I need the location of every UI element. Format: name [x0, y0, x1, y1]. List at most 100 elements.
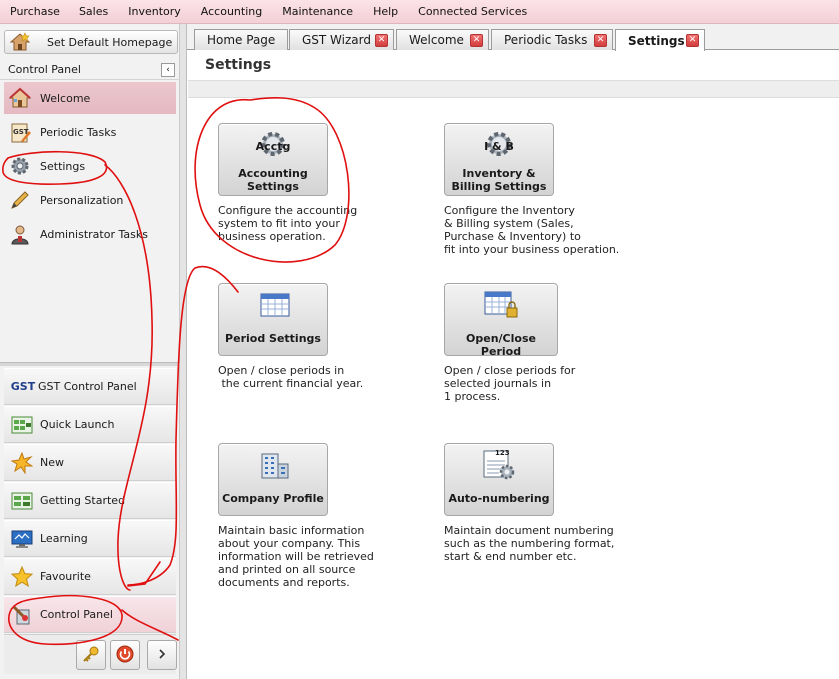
sidebar-item-label: Personalization	[40, 193, 124, 207]
tab-welcome[interactable]: Welcome ✕	[396, 29, 489, 50]
new-star-icon	[10, 451, 34, 474]
quick-item-label: GST Control Panel	[38, 380, 137, 393]
sidebar-item-label: Settings	[40, 159, 86, 173]
collapse-panel-button[interactable]: ‹	[161, 62, 175, 77]
sidebar-item-label: Administrator Tasks	[40, 227, 148, 241]
tab-label: Welcome	[409, 33, 464, 47]
company-profile-button[interactable]: Company Profile	[218, 443, 328, 516]
period-settings-button[interactable]: Period Settings	[218, 283, 328, 356]
home-star-icon	[9, 32, 31, 52]
sidebar-item-periodic-tasks[interactable]: GST Periodic Tasks	[4, 116, 176, 148]
tab-gst-wizard[interactable]: GST Wizard ✕	[289, 29, 394, 50]
card-description: Open / close periods in the current fina…	[218, 364, 364, 390]
menu-help[interactable]: Help	[373, 5, 398, 18]
close-tab-icon[interactable]: ✕	[594, 34, 607, 47]
quick-item-label: Getting Started	[40, 494, 126, 507]
close-tab-icon[interactable]: ✕	[686, 34, 699, 47]
monitor-icon	[10, 528, 34, 550]
control-panel-title: Control Panel	[8, 63, 81, 76]
building-icon	[257, 452, 293, 480]
app-window: Purchase Sales Inventory Accounting Main…	[0, 0, 839, 679]
menu-maintenance[interactable]: Maintenance	[282, 5, 353, 18]
panel-splitter[interactable]	[180, 24, 187, 679]
quick-item-label: Quick Launch	[40, 418, 115, 431]
menu-bar: Purchase Sales Inventory Accounting Main…	[0, 0, 839, 24]
left-panel: Set Default Homepage Control Panel ‹ Wel…	[0, 24, 180, 679]
key-icon	[82, 645, 100, 666]
card-title: Period Settings	[225, 332, 321, 345]
admin-user-icon	[8, 222, 32, 246]
control-panel-icon	[10, 604, 34, 626]
quick-item-gst-control-panel[interactable]: GST GST Control Panel	[4, 368, 176, 405]
card-title: Company Profile	[222, 492, 324, 505]
auto-numbering-button[interactable]: 123 Auto-numbering	[444, 443, 554, 516]
gear-icon-text: Acctg	[255, 140, 291, 153]
accounting-settings-button[interactable]: Acctg Accounting Settings	[218, 123, 328, 196]
expand-panel-button[interactable]	[147, 640, 177, 670]
sidebar-item-label: Periodic Tasks	[40, 125, 117, 139]
card-description: Maintain document numbering such as the n…	[444, 524, 615, 563]
quick-launch-icon	[10, 414, 34, 436]
open-close-period-button[interactable]: Open/Close Period	[444, 283, 558, 358]
sidebar-item-label: Welcome	[40, 91, 91, 105]
sidebar-item-administrator-tasks[interactable]: Administrator Tasks	[4, 218, 176, 250]
menu-connected-services[interactable]: Connected Services	[418, 5, 527, 18]
card-description: Configure the Inventory & Billing system …	[444, 204, 620, 256]
menu-inventory[interactable]: Inventory	[128, 5, 181, 18]
star-icon	[10, 565, 34, 588]
chevron-right-icon	[155, 647, 169, 664]
menu-purchase[interactable]: Purchase	[10, 5, 60, 18]
set-default-homepage-label: Set Default Homepage	[47, 35, 173, 49]
card-description: Configure the accounting system to fit in…	[218, 204, 358, 243]
tab-bar: Home Page GST Wizard ✕ Welcome ✕ Periodi…	[187, 24, 839, 51]
calendar-icon	[257, 292, 293, 320]
page-title: Settings	[205, 57, 272, 73]
quick-item-label: Learning	[40, 532, 88, 545]
gst-logo-icon: GST	[10, 380, 36, 393]
quick-item-favourite[interactable]: Favourite	[4, 558, 176, 595]
tab-label: Home Page	[207, 33, 276, 47]
quick-item-label: New	[40, 456, 64, 469]
pencil-icon	[8, 188, 32, 212]
bottom-toolbar	[4, 634, 177, 674]
sidebar-item-personalization[interactable]: Personalization	[4, 184, 176, 216]
power-button[interactable]	[110, 640, 140, 670]
tab-settings[interactable]: Settings ✕	[615, 29, 705, 51]
gear-icon	[8, 154, 32, 178]
inventory-billing-settings-button[interactable]: I & B Inventory & Billing Settings	[444, 123, 554, 196]
numbering-icon-text: 123	[495, 449, 510, 457]
tab-home-page[interactable]: Home Page	[194, 29, 288, 50]
tab-label: Periodic Tasks	[504, 33, 588, 47]
quick-item-label: Favourite	[40, 570, 91, 583]
close-tab-icon[interactable]: ✕	[470, 34, 483, 47]
tab-periodic-tasks[interactable]: Periodic Tasks ✕	[491, 29, 613, 50]
card-title: Inventory & Billing Settings	[451, 167, 547, 193]
quick-item-new[interactable]: New	[4, 444, 176, 481]
menu-sales[interactable]: Sales	[79, 5, 108, 18]
set-default-homepage-button[interactable]: Set Default Homepage	[4, 30, 178, 54]
card-title: Accounting Settings	[238, 167, 308, 193]
panel-divider[interactable]	[0, 362, 180, 366]
sidebar-item-settings[interactable]: Settings	[4, 150, 176, 182]
menu-accounting[interactable]: Accounting	[201, 5, 262, 18]
tab-label: GST Wizard	[302, 33, 371, 47]
quick-item-control-panel[interactable]: Control Panel	[4, 596, 176, 633]
quick-item-getting-started[interactable]: Getting Started	[4, 482, 176, 519]
tab-label: Settings	[628, 33, 685, 48]
quick-item-quick-launch[interactable]: Quick Launch	[4, 406, 176, 443]
gst-clipboard-icon: GST	[8, 120, 32, 144]
power-icon	[116, 645, 134, 666]
close-tab-icon[interactable]: ✕	[375, 34, 388, 47]
getting-started-icon	[10, 490, 34, 512]
house-icon	[8, 86, 32, 110]
sidebar-item-welcome[interactable]: Welcome	[4, 82, 176, 114]
card-description: Maintain basic information about your com…	[218, 524, 374, 589]
card-title: Open/Close Period	[466, 332, 536, 358]
gear-icon-text: I & B	[484, 140, 514, 153]
card-description: Open / close periods for selected journal…	[444, 364, 576, 403]
quick-item-label: Control Panel	[40, 608, 113, 621]
quick-item-learning[interactable]: Learning	[4, 520, 176, 557]
title-strip	[188, 80, 839, 98]
card-title: Auto-numbering	[448, 492, 550, 505]
key-button[interactable]	[76, 640, 106, 670]
